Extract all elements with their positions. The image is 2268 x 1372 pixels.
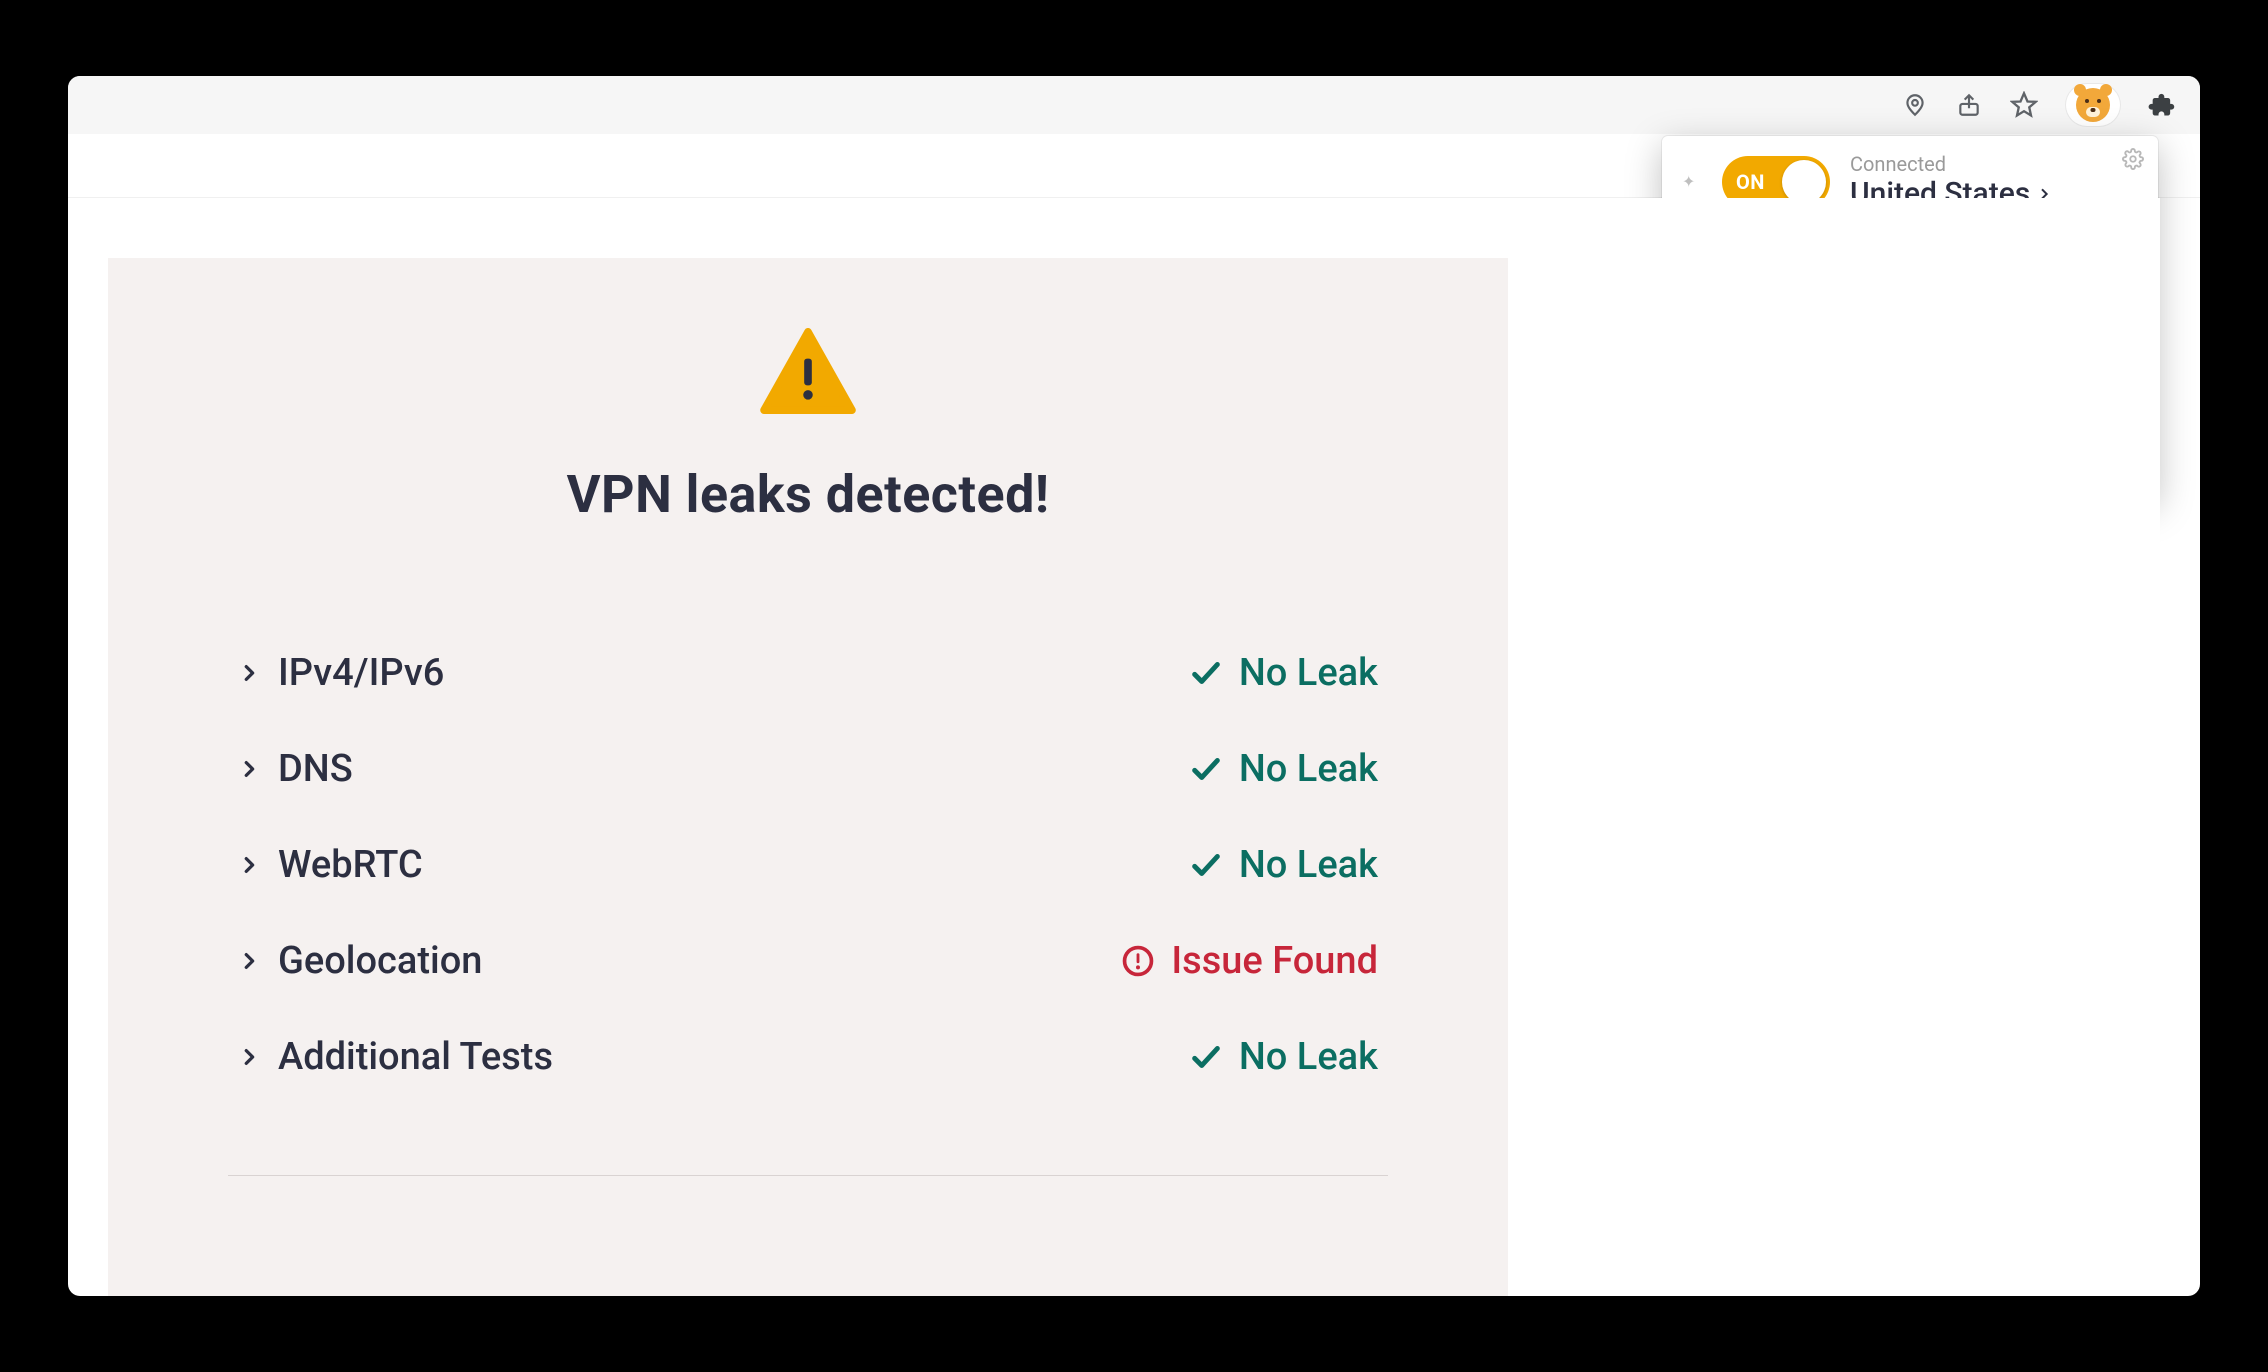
test-row[interactable]: WebRTC No Leak	[238, 817, 1378, 913]
test-name: WebRTC	[278, 843, 423, 887]
test-status: Issue Found	[1171, 939, 1378, 983]
warning-triangle-icon	[760, 328, 856, 414]
location-pin-icon[interactable]	[1902, 92, 1928, 118]
test-row[interactable]: IPv4/IPv6 No Leak	[238, 625, 1378, 721]
check-icon	[1189, 1040, 1223, 1074]
test-name: IPv4/IPv6	[278, 651, 444, 695]
test-name: Additional Tests	[278, 1035, 553, 1079]
test-row[interactable]: Geolocation Issue Found	[238, 913, 1378, 1009]
page-content: VPN leaks detected! IPv4/IPv6 No Leak DNS N…	[108, 198, 2160, 1296]
test-row[interactable]: Additional Tests No Leak	[238, 1009, 1378, 1105]
connection-status: Connected	[1850, 152, 2052, 176]
check-icon	[1189, 848, 1223, 882]
test-status: No Leak	[1239, 747, 1378, 791]
chevron-right-icon	[238, 659, 260, 687]
extensions-puzzle-icon[interactable]	[2148, 91, 2176, 119]
page-title: VPN leaks detected!	[228, 464, 1388, 525]
alert-circle-icon	[1121, 944, 1155, 978]
check-icon	[1189, 752, 1223, 786]
test-status: No Leak	[1239, 651, 1378, 695]
bear-icon	[2076, 88, 2110, 122]
tests-list: IPv4/IPv6 No Leak DNS No Leak WebRTC No Leak G…	[228, 625, 1388, 1105]
test-name: DNS	[278, 747, 353, 791]
chevron-right-icon	[238, 1043, 260, 1071]
star-icon[interactable]	[2010, 91, 2038, 119]
check-icon	[1189, 656, 1223, 690]
share-icon[interactable]	[1956, 92, 1982, 118]
divider	[228, 1175, 1388, 1176]
vpn-toggle-label: ON	[1736, 170, 1765, 194]
test-name: Geolocation	[278, 939, 482, 983]
browser-window: ✦ ON Connected United States	[68, 76, 2200, 1296]
results-panel: VPN leaks detected! IPv4/IPv6 No Leak DNS N…	[108, 258, 1508, 1296]
chevron-right-icon	[238, 947, 260, 975]
vpn-extension-icon[interactable]	[2066, 84, 2120, 126]
browser-toolbar	[68, 76, 2200, 134]
test-row[interactable]: DNS No Leak	[238, 721, 1378, 817]
gear-icon[interactable]	[2122, 148, 2144, 170]
chevron-right-icon	[238, 851, 260, 879]
chevron-right-icon	[238, 755, 260, 783]
test-status: No Leak	[1239, 1035, 1378, 1079]
refresh-icon[interactable]: ✦	[1682, 178, 1702, 186]
test-status: No Leak	[1239, 843, 1378, 887]
